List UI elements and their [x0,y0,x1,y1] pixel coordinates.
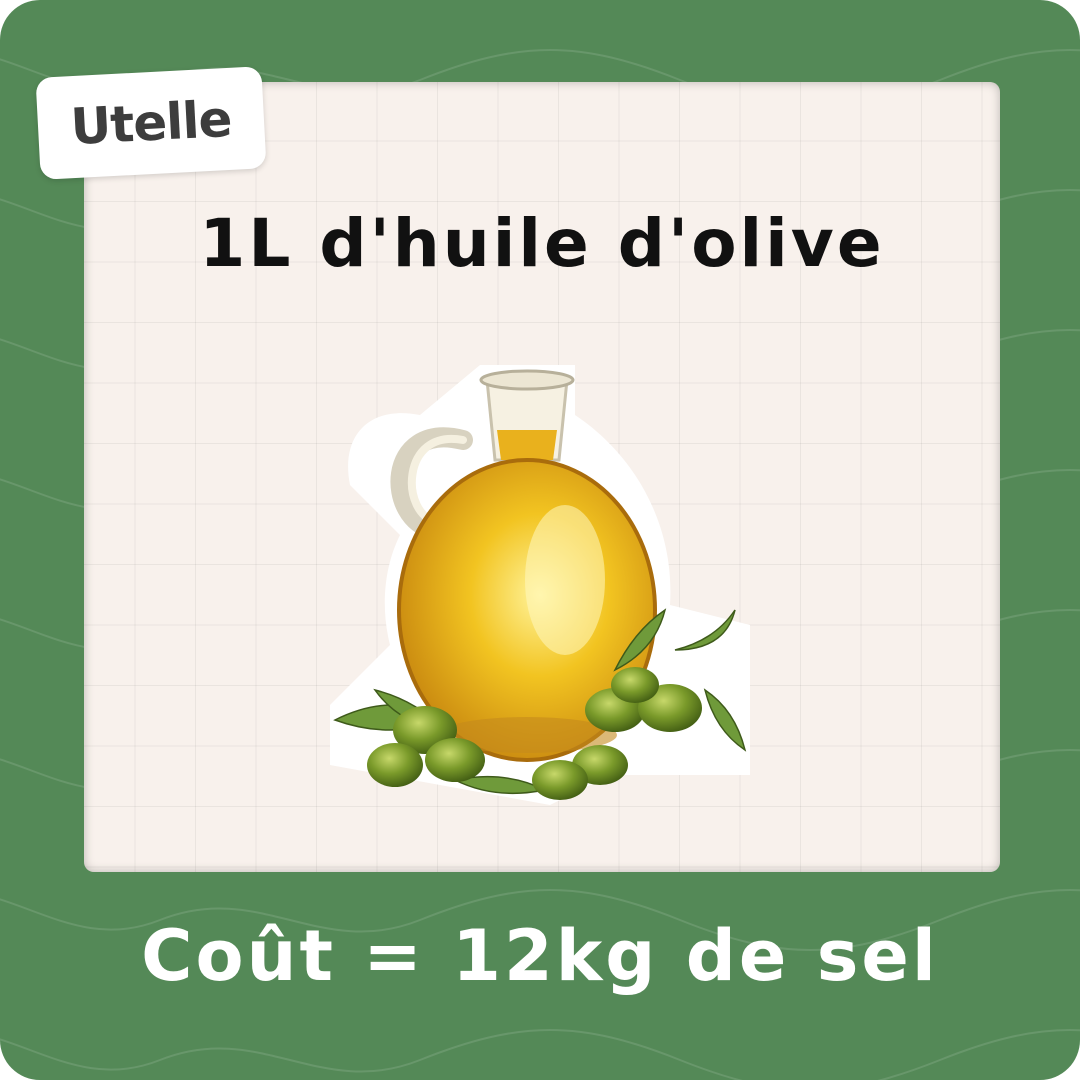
brand-logo: Utelle [35,66,267,180]
card-frame: Utelle 1L d'huile d'olive Coût = 12kg de… [0,0,1080,1080]
brand-name: Utelle [69,89,233,157]
card-title: 1L d'huile d'olive [199,205,885,282]
cost-caption: Coût = 12kg de sel [141,915,939,997]
olive-oil-jug-icon [330,365,750,805]
